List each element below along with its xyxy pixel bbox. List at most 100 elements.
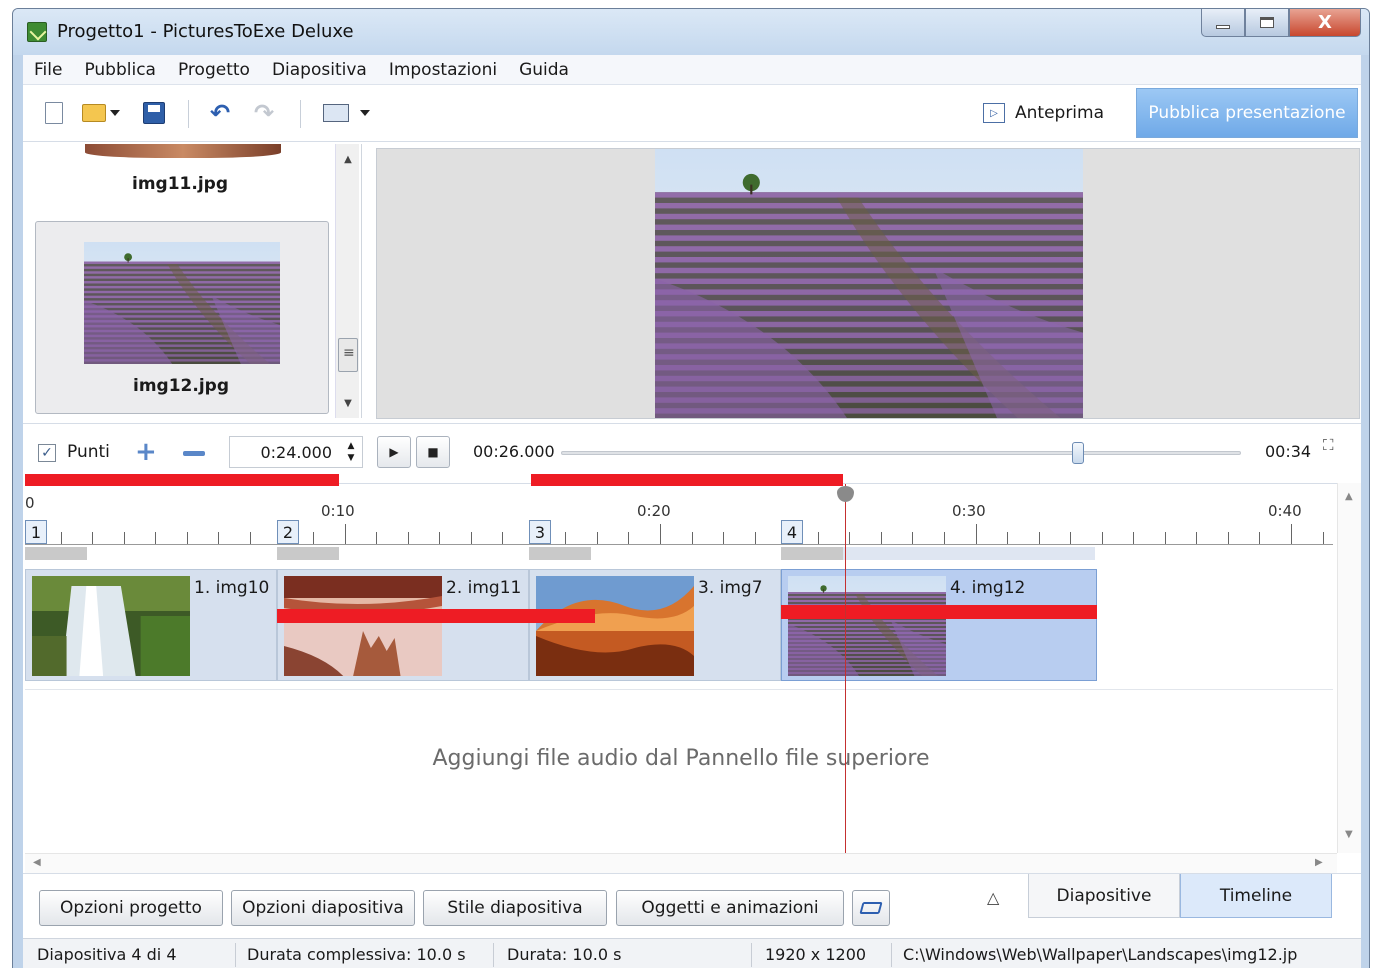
fullscreen-icon[interactable]: ⛶ bbox=[1323, 438, 1347, 453]
menu-diapositiva[interactable]: Diapositiva bbox=[261, 60, 378, 80]
playback-controls: ✓ Punti + 0:24.000 ▲ ▼ ▶ ■ 00:26.000 00:… bbox=[23, 423, 1361, 479]
points-label: Punti bbox=[67, 442, 110, 462]
highlight-bar bbox=[531, 474, 843, 486]
highlight-bar bbox=[25, 474, 339, 486]
play-button[interactable]: ▶ bbox=[377, 436, 411, 468]
spin-down-icon[interactable]: ▼ bbox=[348, 452, 355, 464]
scroll-up-icon[interactable]: ▲ bbox=[336, 148, 360, 170]
file-name: img12.jpg bbox=[133, 376, 229, 396]
ruler-tick bbox=[1133, 532, 1134, 544]
ruler-tick bbox=[565, 532, 566, 544]
position-slider[interactable] bbox=[561, 451, 1241, 455]
ruler-tick bbox=[628, 532, 629, 544]
add-point-icon[interactable]: + bbox=[135, 439, 157, 465]
transition-bar[interactable] bbox=[25, 547, 87, 560]
timeline-slide[interactable]: 2. img11 bbox=[277, 569, 529, 681]
ruler-tick bbox=[755, 532, 756, 544]
slide-thumbnail bbox=[32, 576, 190, 676]
scroll-down-icon[interactable]: ▼ bbox=[336, 392, 360, 414]
slide-marker[interactable]: 4 bbox=[781, 520, 803, 544]
ruler-tick bbox=[723, 532, 724, 544]
tab-slides[interactable]: Diapositive bbox=[1028, 874, 1180, 918]
file-panel[interactable]: img11.jpg img12.jpg ▲ ▼ bbox=[25, 144, 362, 418]
slide-marker[interactable]: 3 bbox=[529, 520, 551, 544]
project-options-button[interactable]: Opzioni progetto bbox=[39, 890, 223, 926]
preview-image bbox=[655, 149, 1083, 419]
open-recent-dropdown[interactable] bbox=[107, 98, 123, 128]
time-spinner[interactable]: ▲ ▼ bbox=[339, 436, 363, 468]
preview-label: Anteprima bbox=[1015, 103, 1105, 123]
title-bar[interactable]: Progetto1 - PicturesToExe Deluxe X bbox=[13, 9, 1369, 55]
scroll-up-icon[interactable]: ▲ bbox=[1345, 491, 1353, 502]
timeline-horizontal-scrollbar[interactable]: ◀ ▶ bbox=[25, 853, 1337, 873]
preview-button[interactable]: ▷ Anteprima bbox=[983, 96, 1104, 130]
slide-name: 3. img7 bbox=[698, 578, 763, 598]
ruler-tick bbox=[124, 532, 125, 544]
slide-thumbnail bbox=[536, 576, 694, 676]
maximize-icon bbox=[1260, 17, 1274, 28]
position-slider-handle[interactable] bbox=[1072, 442, 1084, 464]
file-item-selected[interactable]: img12.jpg bbox=[35, 221, 329, 414]
save-project-button[interactable] bbox=[139, 98, 169, 128]
objects-animations-button[interactable]: Oggetti e animazioni bbox=[616, 890, 844, 926]
screen-icon bbox=[323, 104, 349, 122]
ruler-tick bbox=[597, 532, 598, 544]
close-icon: X bbox=[1318, 12, 1332, 33]
status-separator bbox=[235, 943, 236, 967]
collapse-panel-icon[interactable]: △ bbox=[987, 888, 999, 907]
timeline-panel[interactable]: 0 0:10 0:20 0:30 0:40 1 2 3 4 1. img10 2… bbox=[25, 483, 1337, 853]
scroll-right-icon[interactable]: ▶ bbox=[1315, 857, 1323, 868]
undo-button[interactable]: ↶ bbox=[205, 98, 235, 128]
playhead[interactable] bbox=[845, 484, 846, 853]
menu-impostazioni[interactable]: Impostazioni bbox=[378, 60, 508, 80]
remove-point-icon[interactable] bbox=[183, 451, 205, 456]
timeline-slide[interactable]: 3. img7 bbox=[529, 569, 781, 681]
tab-timeline[interactable]: Timeline bbox=[1180, 874, 1332, 918]
audio-track-hint: Aggiungi file audio dal Pannello file su… bbox=[432, 746, 930, 771]
publish-button[interactable]: Pubblica presentazione bbox=[1136, 88, 1358, 138]
spin-up-icon[interactable]: ▲ bbox=[348, 440, 355, 452]
menu-pubblica[interactable]: Pubblica bbox=[73, 60, 167, 80]
close-button[interactable]: X bbox=[1289, 9, 1361, 37]
new-project-button[interactable] bbox=[39, 98, 69, 128]
transition-bar[interactable] bbox=[529, 547, 591, 560]
scroll-thumb[interactable] bbox=[338, 338, 358, 372]
file-panel-scrollbar[interactable]: ▲ ▼ bbox=[335, 144, 359, 418]
slide-marker[interactable]: 1 bbox=[25, 520, 47, 544]
chevron-down-icon bbox=[110, 110, 120, 116]
view-mode-button[interactable] bbox=[321, 98, 351, 128]
slide-style-button[interactable]: Stile diapositiva bbox=[423, 890, 607, 926]
menu-file[interactable]: File bbox=[23, 60, 73, 80]
slide-marker[interactable]: 2 bbox=[277, 520, 299, 544]
file-name[interactable]: img11.jpg bbox=[35, 174, 325, 194]
file-thumbnail-partial[interactable] bbox=[85, 144, 281, 158]
window-title: Progetto1 - PicturesToExe Deluxe bbox=[57, 21, 354, 42]
app-icon bbox=[27, 22, 47, 42]
transition-bar[interactable] bbox=[277, 547, 339, 560]
timeline-slide[interactable]: 1. img10 bbox=[25, 569, 277, 681]
view-mode-dropdown[interactable] bbox=[357, 98, 373, 128]
maximize-button[interactable] bbox=[1245, 9, 1289, 37]
save-icon bbox=[143, 102, 165, 124]
slide-options-button[interactable]: Opzioni diapositiva bbox=[231, 890, 415, 926]
menu-progetto[interactable]: Progetto bbox=[167, 60, 261, 80]
points-checkbox[interactable]: ✓ bbox=[38, 444, 56, 462]
ruler-label: 0:30 bbox=[952, 502, 986, 520]
transition-bar[interactable] bbox=[781, 547, 843, 560]
ruler-tick bbox=[818, 532, 819, 544]
stop-button[interactable]: ■ bbox=[416, 436, 450, 468]
playhead-handle[interactable] bbox=[837, 486, 854, 502]
open-project-button[interactable] bbox=[79, 98, 109, 128]
timeline-slide-selected[interactable]: 4. img12 bbox=[781, 569, 1097, 681]
timeline-vertical-scrollbar[interactable]: ▲ ▼ bbox=[1337, 483, 1361, 853]
scroll-down-icon[interactable]: ▼ bbox=[1345, 829, 1353, 840]
ruler-tick bbox=[1039, 532, 1040, 544]
customize-button[interactable] bbox=[852, 890, 890, 926]
slide-duration-bar bbox=[843, 547, 1095, 560]
menu-guida[interactable]: Guida bbox=[508, 60, 580, 80]
scroll-left-icon[interactable]: ◀ bbox=[33, 857, 41, 868]
menu-bar: File Pubblica Progetto Diapositiva Impos… bbox=[23, 55, 1361, 85]
minimize-button[interactable] bbox=[1201, 9, 1245, 37]
ruler-tick bbox=[61, 532, 62, 544]
preview-area bbox=[376, 148, 1360, 419]
